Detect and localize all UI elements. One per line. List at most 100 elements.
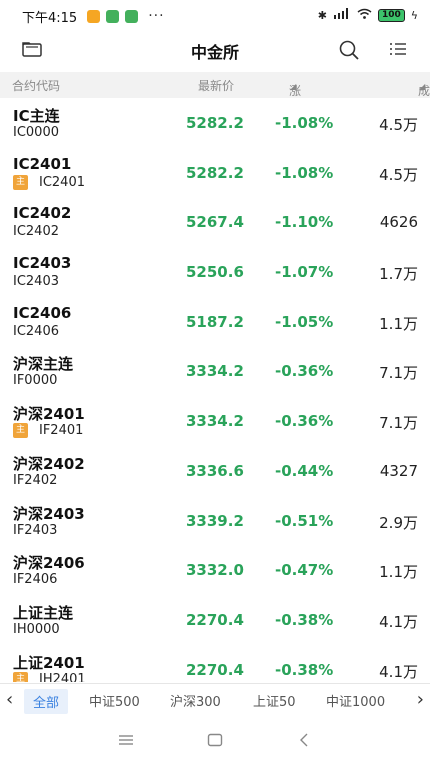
main-contract-badge: 主 — [13, 423, 28, 439]
contract-code: 主 IC2401 — [13, 174, 85, 190]
contract-code-text: IH0000 — [13, 621, 60, 637]
price-change: -0.36% — [275, 412, 334, 431]
contract-name: IC2403 — [13, 254, 72, 273]
price-change: -1.05% — [275, 312, 334, 331]
status-time: 下午4:15 — [22, 10, 78, 26]
battery-icon: 100 — [377, 8, 405, 22]
contract-code: IF2406 — [13, 572, 57, 587]
folder-icon[interactable] — [22, 41, 42, 61]
contract-code: 主 IH2401 — [13, 671, 86, 682]
more-notifications-icon: ··· — [148, 8, 165, 24]
volume: 1.1万 — [379, 563, 418, 582]
table-row[interactable]: 沪深2401 主 IF2401 3334.2 -0.36% 7.1万 — [0, 396, 430, 446]
contract-code-text: IF2403 — [13, 522, 58, 538]
latest-price: 2270.4 — [186, 660, 244, 679]
contract-code-text: IC2402 — [13, 224, 59, 240]
search-icon[interactable] — [338, 39, 360, 65]
latest-price: 3334.2 — [186, 412, 244, 431]
status-right: ✱ 100 ϟ — [318, 8, 418, 22]
table-row[interactable]: 沪深2402 IF2402 3336.6 -0.44% 4327 — [0, 445, 430, 496]
latest-price: 3332.0 — [186, 561, 244, 580]
tab-all[interactable]: 全部 — [24, 689, 69, 714]
menu-nav-icon[interactable] — [118, 732, 134, 751]
wifi-icon — [357, 8, 372, 22]
latest-price: 3334.2 — [186, 362, 244, 381]
contract-code-text: IF0000 — [13, 373, 58, 389]
contract-name: 沪深主连 — [13, 355, 74, 374]
contract-code: IC2406 — [13, 324, 59, 339]
latest-price: 5187.2 — [186, 312, 244, 331]
price-change: -0.47% — [275, 561, 334, 580]
contract-code-text: IH2401 — [39, 671, 86, 682]
charging-icon: ϟ — [410, 8, 418, 22]
contract-code-text: IC2401 — [39, 174, 85, 190]
latest-price: 5282.2 — [186, 114, 244, 132]
sort-triangle-icon: ◢ — [419, 82, 426, 91]
table-row[interactable]: IC2403 IC2403 5250.6 -1.07% 1.7万 — [0, 247, 430, 297]
chevron-right-icon[interactable]: › — [417, 689, 424, 710]
volume: 1.1万 — [379, 314, 418, 333]
volume: 4.1万 — [379, 612, 418, 631]
contract-code-text: IF2401 — [39, 423, 84, 439]
latest-price: 5267.4 — [186, 213, 244, 232]
table-row[interactable]: 上证主连 IH0000 2270.4 -0.38% 4.1万 — [0, 594, 430, 645]
contract-name: 上证主连 — [13, 603, 74, 622]
category-tabs: ‹ 全部 中证500 沪深300 上证50 中证1000 › — [0, 683, 430, 718]
volume: 1.7万 — [379, 265, 418, 284]
contract-name: 沪深2401 — [13, 405, 85, 424]
volume: 4327 — [379, 461, 418, 480]
contract-name: 上证2401 — [13, 653, 85, 672]
contract-code-text: IF2406 — [13, 572, 58, 588]
column-price[interactable]: 最新价 — [198, 77, 234, 94]
table-row[interactable]: 沪深2403 IF2403 3339.2 -0.51% 2.9万 — [0, 495, 430, 546]
chevron-left-icon[interactable]: ‹ — [6, 689, 13, 710]
contract-code: IH0000 — [13, 622, 60, 637]
contract-code: IC2402 — [13, 224, 59, 239]
price-change: -0.36% — [275, 362, 334, 381]
table-row[interactable]: 上证2401 主 IH2401 2270.4 -0.38% 4.1万 — [0, 644, 430, 682]
contract-code-text: IC0000 — [13, 125, 59, 140]
contract-name: 沪深2402 — [13, 454, 85, 473]
table-row[interactable]: IC2406 IC2406 5187.2 -1.05% 1.1万 — [0, 296, 430, 347]
contract-code-text: IC2406 — [13, 323, 59, 339]
volume: 2.9万 — [379, 513, 418, 532]
latest-price: 3336.6 — [186, 461, 244, 480]
contract-code: IC0000 — [13, 125, 59, 140]
contract-name: IC2406 — [13, 303, 72, 322]
app-header: 中金所 — [0, 32, 430, 70]
bluetooth-icon: ✱ — [317, 8, 327, 22]
app-notify-icon — [106, 9, 120, 23]
back-nav-icon[interactable] — [298, 732, 310, 751]
table-row[interactable]: 沪深主连 IF0000 3334.2 -0.36% 7.1万 — [0, 346, 430, 397]
signal-icon — [333, 8, 351, 22]
volume: 4.5万 — [379, 116, 418, 134]
contract-name: 沪深2406 — [13, 554, 85, 573]
table-row[interactable]: IC2401 主 IC2401 5282.2 -1.08% 4.5万 — [0, 147, 430, 198]
table-row[interactable]: IC主连 IC0000 5282.2 -1.08% 4.5万 — [0, 98, 430, 148]
latest-price: 5282.2 — [186, 163, 244, 182]
app-notify-icon-2 — [125, 9, 139, 23]
page-title: 中金所 — [190, 43, 239, 62]
tab-csi300[interactable]: 沪深300 — [170, 691, 221, 710]
volume: 7.1万 — [379, 364, 418, 383]
contract-code-text: IF2402 — [13, 472, 58, 488]
list-menu-icon[interactable] — [389, 41, 407, 61]
tab-sse50[interactable]: 上证50 — [253, 691, 296, 710]
price-change: -0.38% — [275, 610, 334, 629]
column-header: 合约代码 最新价 涨跌幅◢ 成交量◢ — [0, 72, 430, 132]
message-notify-icon — [87, 9, 101, 23]
table-row[interactable]: IC2402 IC2402 5267.4 -1.10% 4626 — [0, 197, 430, 248]
main-contract-badge: 主 — [13, 671, 28, 682]
tab-csi500[interactable]: 中证500 — [89, 691, 140, 710]
contract-code: 主 IF2401 — [13, 423, 84, 439]
tab-csi1000[interactable]: 中证1000 — [326, 691, 385, 710]
latest-price: 2270.4 — [186, 610, 244, 629]
price-change: -1.08% — [275, 114, 334, 132]
volume: 4626 — [379, 213, 418, 232]
price-change: -1.08% — [275, 163, 334, 182]
contract-name: IC2401 — [13, 154, 72, 173]
table-row[interactable]: 沪深2406 IF2406 3332.0 -0.47% 1.1万 — [0, 545, 430, 595]
system-nav-bar — [0, 718, 430, 765]
status-bar: 下午4:15 ··· ✱ 100 ϟ — [0, 0, 430, 32]
home-nav-icon[interactable] — [207, 732, 223, 751]
